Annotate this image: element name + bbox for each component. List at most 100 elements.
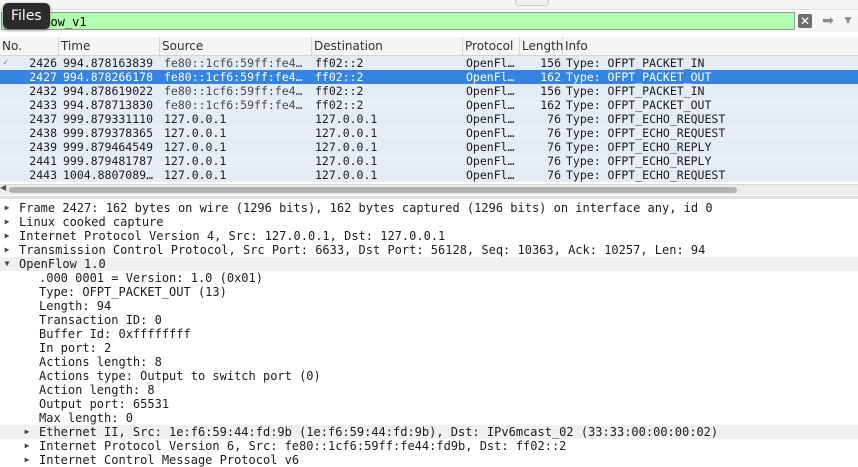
column-header-length[interactable]: Length — [520, 37, 563, 55]
cell-source: 127.0.0.1 — [164, 126, 227, 140]
clear-filter-icon[interactable]: ✕ — [798, 14, 812, 28]
detail-tree-item[interactable]: Output port: 65531 — [0, 397, 858, 411]
collapsed-triangle-icon[interactable]: ▶ — [2, 243, 12, 257]
collapsed-triangle-icon[interactable]: ▶ — [22, 439, 32, 453]
cell-source: fe80::1cf6:59ff:fe4… — [164, 56, 303, 70]
scrollbar-thumb[interactable] — [9, 187, 737, 193]
detail-tree-label: Internet Protocol Version 4, Src: 127.0.… — [19, 229, 446, 243]
detail-tree-item[interactable]: ▶ Internet Protocol Version 4, Src: 127.0… — [0, 229, 858, 243]
cell-source: 127.0.0.1 — [164, 168, 227, 182]
collapsed-triangle-icon[interactable]: ▶ — [22, 453, 32, 467]
display-filter-input[interactable]: flow_v1 — [1, 12, 795, 30]
detail-tree-label: .000 0001 = Version: 1.0 (0x01) — [39, 271, 263, 285]
cell-destination: ff02::2 — [315, 56, 364, 70]
packet-row[interactable]: 2441 999.879481787 127.0.0.1 127.0.0.1 OpenF… — [0, 154, 858, 168]
window-grip[interactable] — [515, 0, 549, 6]
cell-protocol: OpenFl… — [466, 112, 515, 126]
detail-tree-item[interactable]: Buffer Id: 0xffffffff — [0, 327, 858, 341]
cell-source: 127.0.0.1 — [164, 154, 227, 168]
detail-tree-item[interactable]: ▶ Transmission Control Protocol, Src Port… — [0, 243, 858, 257]
cell-no: 2441 — [29, 154, 57, 168]
column-header-time[interactable]: Time — [59, 37, 160, 55]
detail-tree-item[interactable]: ▶ Ethernet II, Src: 1e:f6:59:44:fd:9b (1e… — [0, 425, 858, 439]
detail-tree-item[interactable]: Length: 94 — [0, 299, 858, 313]
cell-destination: 127.0.0.1 — [315, 140, 378, 154]
cell-length: 162 — [540, 98, 561, 112]
column-header-no[interactable]: No. — [0, 37, 59, 55]
detail-tree-label: Action length: 8 — [39, 383, 155, 397]
detail-tree-item[interactable]: Actions length: 8 — [0, 355, 858, 369]
cell-info: Type: OFPT_ECHO_REPLY — [566, 140, 712, 154]
detail-tree-label: Internet Protocol Version 6, Src: fe80::… — [39, 439, 567, 453]
filter-history-dropdown-icon[interactable]: ▼ — [842, 14, 854, 28]
cell-info: Type: OFPT_ECHO_REQUEST — [566, 112, 726, 126]
packet-list-scrollbar[interactable]: ◀ — [0, 183, 858, 195]
cell-source: fe80::1cf6:59ff:fe4… — [164, 98, 303, 112]
cell-time: 999.879378365 — [63, 126, 154, 140]
detail-tree-label: Internet Control Message Protocol v6 — [39, 453, 300, 467]
detail-tree-label: Buffer Id: 0xffffffff — [39, 327, 191, 341]
cell-source: fe80::1cf6:59ff:fe4… — [164, 70, 303, 84]
cell-source: 127.0.0.1 — [164, 140, 227, 154]
detail-tree-item[interactable]: ▶ Frame 2427: 162 bytes on wire (1296 bit… — [0, 201, 858, 215]
cell-time: 999.879481787 — [63, 154, 154, 168]
cell-info: Type: OFPT_ECHO_REQUEST — [566, 126, 726, 140]
scroll-left-icon[interactable]: ◀ — [0, 183, 6, 192]
packet-row[interactable]: ✓ 2426 994.878163839 fe80::1cf6:59ff:fe4… ff… — [0, 56, 858, 70]
cell-protocol: OpenFl… — [466, 84, 515, 98]
column-header-destination[interactable]: Destination — [312, 37, 463, 55]
cell-no: 2427 — [29, 70, 57, 84]
packet-row[interactable]: 2433 994.878713830 fe80::1cf6:59ff:fe4… ff0… — [0, 98, 858, 112]
detail-tree-item[interactable]: Transaction ID: 0 — [0, 313, 858, 327]
cell-protocol: OpenFl… — [466, 70, 515, 84]
cell-source: fe80::1cf6:59ff:fe4… — [164, 84, 303, 98]
detail-tree-item[interactable]: Type: OFPT_PACKET_OUT (13) — [0, 285, 858, 299]
packet-row[interactable]: 2427 994.878266178 fe80::1cf6:59ff:fe4… ff0… — [0, 70, 858, 84]
detail-tree-label: Transaction ID: 0 — [39, 313, 162, 327]
cell-source: 127.0.0.1 — [164, 112, 227, 126]
column-header-source[interactable]: Source — [160, 37, 312, 55]
packet-list-header: No. Time Source Destination Protocol Len… — [0, 37, 858, 56]
cell-length: 76 — [547, 112, 561, 126]
packet-row[interactable]: 2439 999.879464549 127.0.0.1 127.0.0.1 OpenF… — [0, 140, 858, 154]
cell-protocol: OpenFl… — [466, 126, 515, 140]
detail-tree-item[interactable]: Action length: 8 — [0, 383, 858, 397]
column-header-info[interactable]: Info — [563, 37, 858, 55]
packet-row[interactable]: 2443 1004.8807089… 127.0.0.1 127.0.0.1 OpenF… — [0, 168, 858, 182]
detail-tree-item[interactable]: ▶ Internet Protocol Version 6, Src: fe80:… — [0, 439, 858, 453]
cell-length: 162 — [540, 70, 561, 84]
cell-protocol: OpenFl… — [466, 168, 515, 182]
cell-info: Type: OFPT_ECHO_REPLY — [566, 154, 712, 168]
detail-tree-item[interactable]: Actions type: Output to switch port (0) — [0, 369, 858, 383]
expanded-triangle-icon[interactable]: ▼ — [2, 257, 12, 271]
detail-tree-label: Frame 2427: 162 bytes on wire (1296 bits… — [19, 201, 713, 215]
apply-filter-arrow-icon[interactable]: ➡ — [816, 14, 840, 28]
cell-protocol: OpenFl… — [466, 140, 515, 154]
collapsed-triangle-icon[interactable]: ▶ — [2, 229, 12, 243]
cell-time: 994.878713830 — [63, 98, 154, 112]
detail-tree-item[interactable]: In port: 2 — [0, 341, 858, 355]
cell-protocol: OpenFl… — [466, 56, 515, 70]
cell-time: 999.879331110 — [63, 112, 154, 126]
collapsed-triangle-icon[interactable]: ▶ — [2, 201, 12, 215]
pane-divider[interactable] — [0, 196, 858, 199]
cell-destination: 127.0.0.1 — [315, 126, 378, 140]
collapsed-triangle-icon[interactable]: ▶ — [22, 425, 32, 439]
packet-row[interactable]: 2437 999.879331110 127.0.0.1 127.0.0.1 OpenF… — [0, 112, 858, 126]
collapsed-triangle-icon[interactable]: ▶ — [2, 215, 12, 229]
cell-no: 2443 — [29, 168, 57, 182]
packet-row[interactable]: 2432 994.878619022 fe80::1cf6:59ff:fe4… ff0… — [0, 84, 858, 98]
column-header-protocol[interactable]: Protocol — [463, 37, 520, 55]
detail-tree-label: Max length: 0 — [39, 411, 133, 425]
cell-info: Type: OFPT_PACKET_OUT — [566, 70, 712, 84]
detail-tree-item[interactable]: ▼ OpenFlow 1.0 — [0, 257, 858, 271]
packet-row[interactable]: 2438 999.879378365 127.0.0.1 127.0.0.1 OpenF… — [0, 126, 858, 140]
detail-tree-item[interactable]: Max length: 0 — [0, 411, 858, 425]
detail-tree-item[interactable]: ▶ Internet Control Message Protocol v6 — [0, 453, 858, 467]
detail-tree-item[interactable]: ▶ Linux cooked capture — [0, 215, 858, 229]
detail-tree-label: Actions type: Output to switch port (0) — [39, 369, 321, 383]
detail-tree-item[interactable]: .000 0001 = Version: 1.0 (0x01) — [0, 271, 858, 285]
detail-tree-label: Type: OFPT_PACKET_OUT (13) — [39, 285, 227, 299]
cell-destination: 127.0.0.1 — [315, 112, 378, 126]
files-tooltip: Files — [3, 3, 50, 29]
